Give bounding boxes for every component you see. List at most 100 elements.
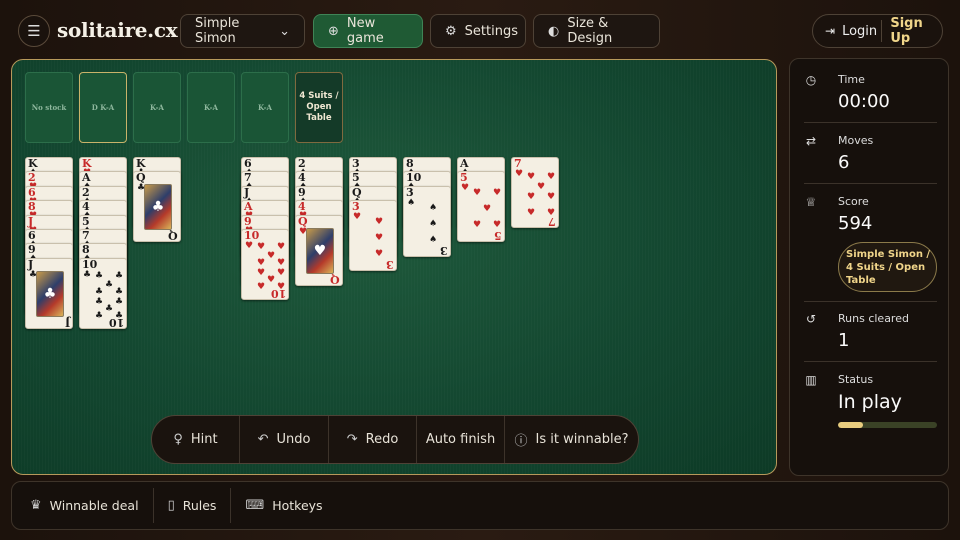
lightbulb-icon: ♀ [173, 432, 183, 447]
foundation-slot[interactable]: K-A [241, 72, 289, 143]
palette-icon: ◐ [548, 23, 560, 39]
rules-label: Rules [182, 498, 217, 513]
pip-icon: ♥ [257, 258, 266, 268]
login-label: Login [842, 23, 878, 39]
stat-divider [804, 301, 937, 302]
winnable-check-button[interactable]: ⓘ Is it winnable? [505, 416, 638, 463]
undo-label: Undo [276, 432, 311, 447]
pip-icon: ♥ [473, 220, 482, 231]
playing-card[interactable]: 5 ♥ ♥ ♥ ♥ ♥ ♥ 5 [457, 171, 505, 243]
pip-icon: ♥ [375, 249, 384, 260]
playing-card[interactable]: 3 ♥ ♥ ♥ ♥ 3 [349, 200, 397, 272]
time-value: 00:00 [838, 91, 890, 112]
pip-icon: ♥ [375, 217, 384, 228]
face-card-portrait: ♥ [306, 227, 334, 274]
stat-divider [804, 183, 937, 184]
card-pips: ♥ ♥ ♥ ♥ ♥ ♥ ♥ ♥ ♥ ♥ [251, 242, 286, 292]
foundation-slot[interactable]: K-A [187, 72, 235, 143]
auth-group: ⇥ Login Sign Up [812, 14, 943, 48]
chevron-down-icon: ⌄ [279, 23, 290, 39]
playing-card[interactable]: 3 ♠ ♠ ♠ ♠ 3 [403, 185, 451, 257]
pip-icon: ♠ [429, 234, 438, 245]
undo-icon: ↶ [257, 432, 269, 447]
info-icon: ⓘ [514, 434, 528, 449]
playing-card[interactable]: 10 ♣ ♣ ♣ ♣ ♣ ♣ ♣ ♣ ♣ ♣ ♣ 10 [79, 257, 127, 329]
playing-card[interactable]: Q ♣ ♣ Q [133, 171, 181, 243]
game-variant-select[interactable]: Simple Simon ⌄ [180, 14, 305, 48]
status-label: Status [838, 373, 874, 386]
pip-icon: ♥ [267, 251, 276, 261]
pip-icon: ♥ [537, 182, 546, 192]
playing-card[interactable]: J ♣ ♣ J [25, 257, 73, 329]
login-button[interactable]: ⇥ Login [813, 24, 881, 39]
pip-icon: ♥ [257, 268, 266, 278]
undo-button[interactable]: ↶ Undo [240, 416, 329, 463]
auto-finish-label: Auto finish [425, 432, 496, 447]
score-label: Score [838, 195, 869, 208]
hint-button[interactable]: ♀ Hint [152, 416, 240, 463]
playing-card[interactable]: 10 ♥ ♥ ♥ ♥ ♥ ♥ ♥ ♥ ♥ ♥ ♥ 10 [241, 229, 289, 300]
bar-chart-icon: ▥ [805, 373, 817, 387]
pip-icon: ♥ [527, 172, 536, 182]
pip-icon: ♣ [115, 296, 124, 307]
new-game-label: New game [346, 16, 384, 46]
pip-icon: ♣ [115, 286, 124, 297]
new-game-button[interactable]: ⊕ New game [313, 14, 423, 48]
pip-icon: ♥ [267, 275, 276, 285]
pip-icon: ♣ [95, 270, 104, 281]
signup-button[interactable]: Sign Up [882, 16, 942, 46]
book-icon: ▯ [167, 498, 175, 513]
size-design-button[interactable]: ◐ Size & Design [533, 14, 660, 48]
trophy-icon: ♕ [805, 195, 817, 209]
foundation-slot[interactable]: K-A [133, 72, 181, 143]
card-rank-bottom: 7 [548, 215, 556, 228]
foundation-slot[interactable]: No stock [25, 72, 73, 143]
keyboard-icon: ⌨ [245, 498, 265, 513]
card-rank: 10 [82, 257, 98, 271]
crown-icon: ♛ [30, 498, 42, 513]
auto-finish-button[interactable]: Auto finish [417, 416, 505, 463]
face-card-portrait: ♣ [36, 270, 64, 317]
pip-icon: ♣ [105, 303, 114, 314]
face-card-portrait: ♣ [144, 184, 172, 231]
size-design-label: Size & Design [567, 16, 613, 46]
gear-icon: ⚙ [445, 23, 457, 39]
pip-icon: ♣ [115, 270, 124, 281]
pip-icon: ♥ [277, 268, 286, 278]
pip-icon: ♥ [257, 282, 266, 292]
winnable-deal-button[interactable]: ♛ Winnable deal [12, 488, 154, 523]
pip-icon: ♥ [493, 188, 502, 199]
stats-panel: ◷ Time 00:00 ⇄ Moves 6 ♕ Score 594 Simpl… [789, 58, 949, 476]
foundation-slot[interactable]: D K-A [79, 72, 127, 143]
playing-card[interactable]: 7 ♥ ♥ ♥ ♥ ♥ ♥ ♥ ♥ 7 [511, 157, 559, 228]
pip-icon: ♥ [547, 172, 556, 182]
menu-button[interactable]: ☰ [18, 15, 50, 47]
game-controls: ♀ Hint ↶ Undo ↷ Redo Auto finish ⓘ Is it… [151, 415, 639, 464]
hamburger-icon: ☰ [27, 22, 41, 40]
stat-divider [804, 122, 937, 123]
clock-icon: ◷ [805, 73, 817, 87]
playing-card[interactable]: Q ♥ ♥ Q [295, 214, 343, 286]
hotkeys-label: Hotkeys [272, 498, 323, 513]
pip-icon: ♥ [527, 208, 536, 218]
site-logo[interactable]: solitaire.cx [57, 18, 178, 42]
hotkeys-button[interactable]: ⌨ Hotkeys [231, 488, 336, 523]
time-label: Time [838, 73, 865, 86]
winnable-check-label: Is it winnable? [535, 432, 629, 447]
progress-fill [838, 422, 863, 428]
pip-icon: ♥ [277, 258, 286, 268]
card-pips: ♥ ♥ ♥ [359, 213, 391, 261]
card-rank-bottom: J [64, 315, 70, 329]
score-value: 594 [838, 213, 873, 234]
foundation-slot[interactable]: 4 Suits / Open Table [295, 72, 343, 143]
pip-icon: ♥ [473, 188, 482, 199]
pip-icon: ♥ [257, 242, 266, 252]
winnable-deal-label: Winnable deal [49, 498, 139, 513]
progress-bar [838, 422, 937, 428]
redo-button[interactable]: ↷ Redo [329, 416, 417, 463]
settings-button[interactable]: ⚙ Settings [430, 14, 526, 48]
rules-button[interactable]: ▯ Rules [154, 488, 232, 523]
plus-circle-icon: ⊕ [328, 23, 339, 39]
hint-label: Hint [190, 432, 218, 447]
card-pips: ♥ ♥ ♥ ♥ ♥ ♥ ♥ [521, 170, 556, 218]
